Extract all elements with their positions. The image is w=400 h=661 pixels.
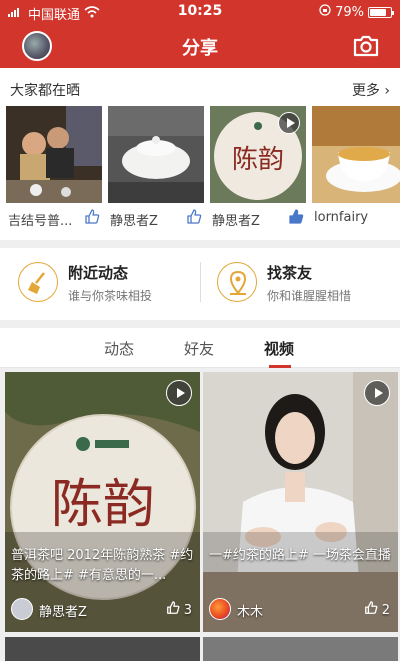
- nav-bar: 分享: [0, 24, 400, 68]
- author-name: 静思者Z: [39, 605, 87, 620]
- thumbs-up-icon[interactable]: [84, 209, 100, 225]
- location-pin-icon: [217, 262, 257, 302]
- svg-text:陈韵: 陈韵: [232, 145, 284, 175]
- share-user[interactable]: 吉结号普...: [6, 208, 102, 229]
- battery-percent: 79%: [335, 4, 364, 20]
- nearby-feed-button[interactable]: 附近动态 谁与你茶味相投: [18, 262, 188, 306]
- tab-friends[interactable]: 好友: [184, 338, 214, 359]
- svg-text:陈韵: 陈韵: [51, 475, 155, 535]
- video-card[interactable]: [5, 637, 200, 661]
- camera-icon[interactable]: [352, 34, 380, 58]
- share-user[interactable]: 静思者Z: [210, 208, 306, 229]
- feature-subtitle: 谁与你茶味相投: [68, 289, 153, 303]
- section-heading: 大家都在晒: [10, 83, 80, 99]
- play-icon: [364, 380, 390, 406]
- orientation-lock-icon: [319, 4, 331, 20]
- find-tea-friends-button[interactable]: 找茶友 你和谁腥腥相惜: [217, 262, 387, 306]
- battery-icon: [368, 6, 394, 18]
- share-thumbnail[interactable]: [312, 106, 400, 203]
- chevron-right-icon: ›: [384, 83, 390, 99]
- video-card[interactable]: 陈韵 普洱茶吧 2012年陈韵熟茶 #约茶的路上# #有意思的一... 静思者Z…: [5, 372, 200, 632]
- video-grid: 陈韵 普洱茶吧 2012年陈韵熟茶 #约茶的路上# #有意思的一... 静思者Z…: [0, 372, 400, 661]
- like-count: 3: [183, 602, 192, 618]
- thumbs-up-icon[interactable]: [166, 601, 180, 619]
- share-thumbnail[interactable]: [108, 106, 204, 203]
- feature-title: 找茶友: [267, 264, 313, 282]
- user-name: lornfairy: [314, 210, 369, 225]
- broom-icon: [18, 262, 58, 302]
- thumbs-up-icon[interactable]: [186, 209, 202, 225]
- tab-videos[interactable]: 视频: [264, 338, 294, 359]
- page-title: 分享: [182, 38, 218, 59]
- divider: [200, 262, 201, 302]
- play-icon: [278, 112, 300, 134]
- user-name: 静思者Z: [212, 214, 260, 229]
- video-card[interactable]: [203, 637, 398, 661]
- share-thumbnail[interactable]: 陈韵: [210, 106, 306, 203]
- user-name: 吉结号普...: [8, 214, 73, 229]
- feature-title: 附近动态: [68, 264, 129, 282]
- tab-bar: 动态 好友 视频: [0, 328, 400, 368]
- more-label: 更多: [351, 83, 380, 99]
- video-caption: 普洱茶吧 2012年陈韵熟茶 #约茶的路上# #有意思的一...: [11, 548, 194, 583]
- popular-section: 大家都在晒 更多 › 陈韵 吉结号普... 静思者Z 静思者Z lornfair…: [0, 68, 400, 240]
- tab-feed[interactable]: 动态: [104, 338, 134, 359]
- share-thumbnail[interactable]: [6, 106, 102, 203]
- feature-subtitle: 你和谁腥腥相惜: [267, 289, 352, 303]
- more-link[interactable]: 更多 ›: [352, 80, 390, 100]
- share-user[interactable]: 静思者Z: [108, 208, 204, 229]
- thumbs-up-icon[interactable]: [364, 601, 378, 619]
- share-user[interactable]: lornfairy: [312, 208, 400, 228]
- battery-fill: [370, 8, 386, 16]
- play-icon: [166, 380, 192, 406]
- status-bar: 中国联通 10:25 79%: [0, 0, 400, 24]
- video-caption: 一#约茶的路上# 一场茶会直播: [209, 548, 391, 563]
- thumbs-up-icon-filled[interactable]: [288, 209, 304, 225]
- author-name: 木木: [237, 605, 264, 620]
- video-card[interactable]: 一#约茶的路上# 一场茶会直播 木木 2: [203, 372, 398, 632]
- author-avatar[interactable]: [209, 598, 231, 620]
- active-tab-indicator: [269, 365, 291, 368]
- author-avatar[interactable]: [11, 598, 33, 620]
- user-name: 静思者Z: [110, 214, 158, 229]
- feature-section: 附近动态 谁与你茶味相投 找茶友 你和谁腥腥相惜: [0, 248, 400, 320]
- like-count: 2: [381, 602, 390, 618]
